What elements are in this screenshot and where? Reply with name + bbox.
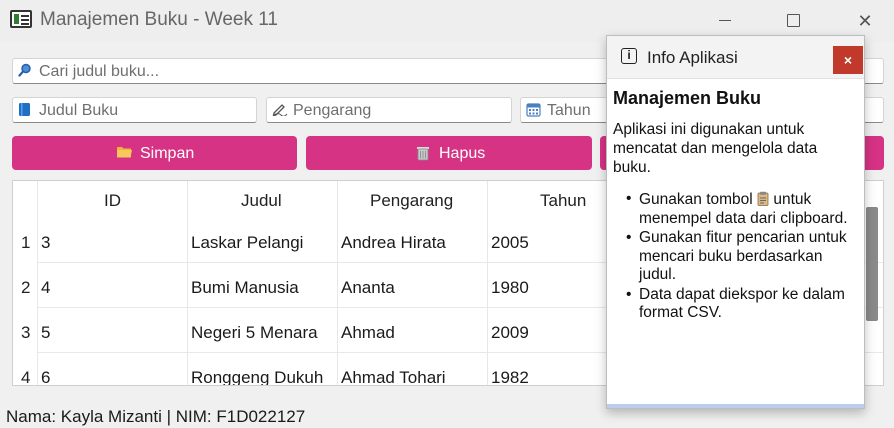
- dialog-close-button[interactable]: ×: [833, 46, 863, 74]
- tahun-placeholder: Tahun: [547, 102, 591, 119]
- search-icon: [18, 63, 32, 80]
- info-icon: i: [621, 48, 637, 64]
- column-header-id[interactable]: ID: [104, 191, 121, 211]
- table-cell[interactable]: 6: [41, 368, 50, 385]
- maximize-icon: [787, 14, 800, 27]
- list-item: Gunakan fitur pencarian untuk mencari bu…: [626, 229, 861, 285]
- table-cell[interactable]: 2005: [491, 233, 529, 253]
- row-number[interactable]: 2: [21, 278, 30, 298]
- table-cell[interactable]: Ronggeng Dukuh: [191, 368, 323, 385]
- hapus-label: Hapus: [439, 145, 486, 162]
- table-cell[interactable]: 4: [41, 278, 50, 298]
- table-cell[interactable]: Ananta: [341, 278, 395, 298]
- table-cell[interactable]: Andrea Hirata: [341, 233, 446, 253]
- row-number[interactable]: 1: [21, 233, 30, 253]
- pen-icon: [272, 102, 288, 119]
- pengarang-placeholder: Pengarang: [293, 102, 372, 119]
- window-title: Manajemen Buku - Week 11: [40, 9, 278, 30]
- column-header-tahun[interactable]: Tahun: [540, 191, 586, 211]
- list-item: Data dapat diekspor ke dalam format CSV.: [626, 286, 861, 323]
- col-divider: [337, 181, 338, 385]
- dialog-bottom-edge: [607, 404, 864, 408]
- table-cell[interactable]: Bumi Manusia: [191, 278, 299, 298]
- trash-icon: [416, 145, 430, 165]
- info-dialog: i Info Aplikasi × Manajemen Buku Aplikas…: [606, 35, 865, 409]
- table-scrollbar[interactable]: [866, 207, 878, 321]
- simpan-button[interactable]: Simpan: [12, 136, 297, 170]
- judul-placeholder: Judul Buku: [39, 102, 119, 119]
- row-number[interactable]: 3: [21, 323, 30, 343]
- table-cell[interactable]: 3: [41, 233, 50, 253]
- clipboard-icon: [757, 190, 769, 209]
- column-header-judul[interactable]: Judul: [241, 191, 282, 211]
- column-header-pengarang[interactable]: Pengarang: [370, 191, 453, 211]
- pengarang-field[interactable]: Pengarang: [266, 97, 512, 123]
- bullet-text: Gunakan tombol: [639, 191, 753, 208]
- search-placeholder: Cari judul buku...: [39, 63, 160, 80]
- dialog-header: i Info Aplikasi ×: [607, 36, 864, 79]
- table-cell[interactable]: 1980: [491, 278, 529, 298]
- dialog-bullet-list: Gunakan tombol untuk menempel data dari …: [626, 190, 861, 324]
- minimize-icon: [719, 20, 731, 21]
- calendar-icon: [526, 102, 541, 120]
- table-cell[interactable]: Ahmad: [341, 323, 395, 343]
- judul-field[interactable]: Judul Buku: [12, 97, 257, 123]
- row-number[interactable]: 4: [21, 368, 30, 385]
- hapus-button[interactable]: Hapus: [306, 136, 592, 170]
- list-item: Gunakan tombol untuk menempel data dari …: [626, 190, 861, 228]
- book-icon: [18, 102, 31, 120]
- col-divider: [187, 181, 188, 385]
- folder-icon: [116, 145, 133, 163]
- col-divider: [37, 181, 38, 385]
- app-icon: [10, 10, 32, 28]
- simpan-label: Simpan: [140, 145, 195, 162]
- col-divider: [487, 181, 488, 385]
- table-cell[interactable]: Laskar Pelangi: [191, 233, 303, 253]
- dialog-heading: Manajemen Buku: [613, 88, 762, 108]
- table-cell[interactable]: Ahmad Tohari: [341, 368, 446, 385]
- footer-student-info: Nama: Kayla Mizanti | NIM: F1D022127: [6, 407, 306, 426]
- table-cell[interactable]: 2009: [491, 323, 529, 343]
- table-cell[interactable]: Negeri 5 Menara: [191, 323, 318, 343]
- table-cell[interactable]: 5: [41, 323, 50, 343]
- table-cell[interactable]: 1982: [491, 368, 529, 385]
- dialog-title: Info Aplikasi: [647, 48, 738, 67]
- dialog-paragraph: Aplikasi ini digunakan untuk mencatat da…: [613, 121, 818, 176]
